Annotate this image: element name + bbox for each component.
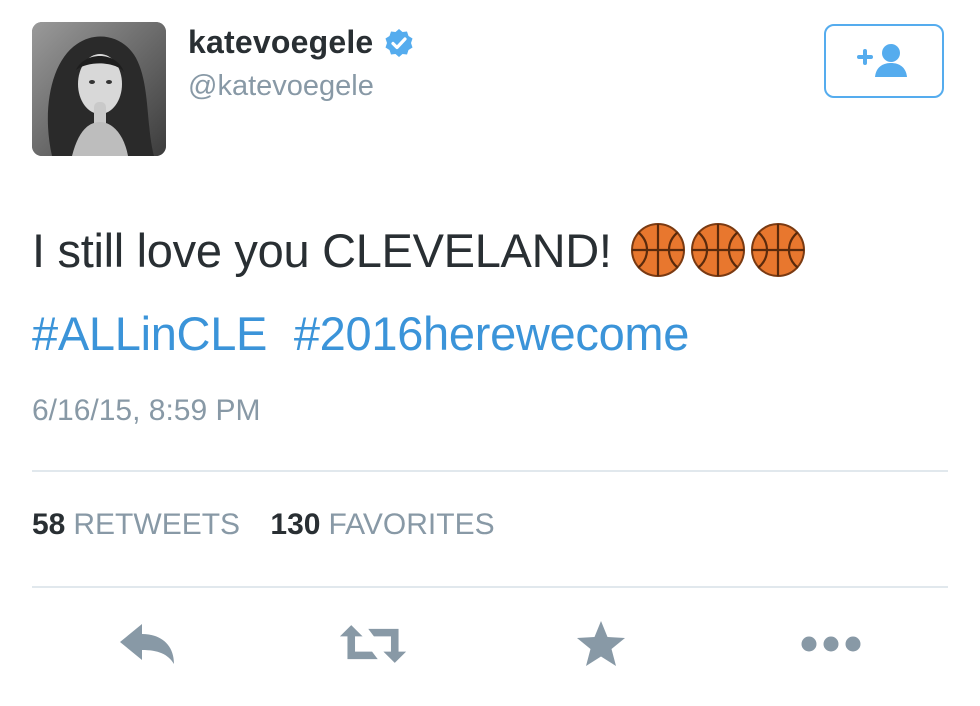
tweet-body: I still love you CLEVELAND!: [32, 223, 612, 277]
hashtag-link[interactable]: #2016herewecome: [294, 307, 690, 360]
basketball-emoji: [690, 223, 745, 277]
verified-badge-icon: [383, 27, 415, 59]
favorite-button[interactable]: [566, 612, 636, 676]
emoji-row: [630, 222, 806, 278]
avatar[interactable]: [32, 22, 166, 156]
reply-icon: [120, 624, 174, 664]
action-bar: [0, 612, 980, 676]
favorites-stat[interactable]: 130 FAVORITES: [270, 508, 494, 541]
follow-button[interactable]: [824, 24, 944, 98]
hashtag-link[interactable]: #ALLinCLE: [32, 307, 267, 360]
author-handle[interactable]: @katevoegele: [188, 70, 374, 103]
reply-button[interactable]: [112, 612, 182, 676]
retweets-stat[interactable]: 58 RETWEETS: [32, 508, 248, 541]
retweets-label: RETWEETS: [73, 508, 241, 541]
author-name-text[interactable]: katevoegele: [188, 24, 373, 61]
retweets-count: 58: [32, 508, 66, 541]
add-user-icon: [857, 44, 907, 77]
basketball-emoji: [750, 223, 805, 277]
favorites-label: FAVORITES: [328, 508, 495, 541]
more-icon: [801, 636, 861, 652]
star-icon: [577, 621, 625, 666]
tweet-text: I still love you CLEVELAND!: [32, 222, 806, 278]
retweet-button[interactable]: [338, 612, 408, 676]
timestamp[interactable]: 6/16/15, 8:59 PM: [32, 394, 261, 428]
favorites-count: 130: [270, 508, 321, 541]
hashtag-row: #ALLinCLE #2016herewecome: [32, 306, 689, 361]
divider: [32, 586, 948, 588]
author-name[interactable]: katevoegele: [188, 24, 415, 61]
tweet-card: katevoegele @katevoegele I still love yo…: [0, 0, 980, 706]
tweet-stats: 58 RETWEETS 130 FAVORITES: [32, 508, 495, 542]
avatar-photo: [32, 22, 166, 156]
divider: [32, 470, 948, 472]
basketball-emoji: [630, 223, 685, 277]
more-button[interactable]: [796, 612, 866, 676]
retweet-icon: [339, 625, 407, 663]
